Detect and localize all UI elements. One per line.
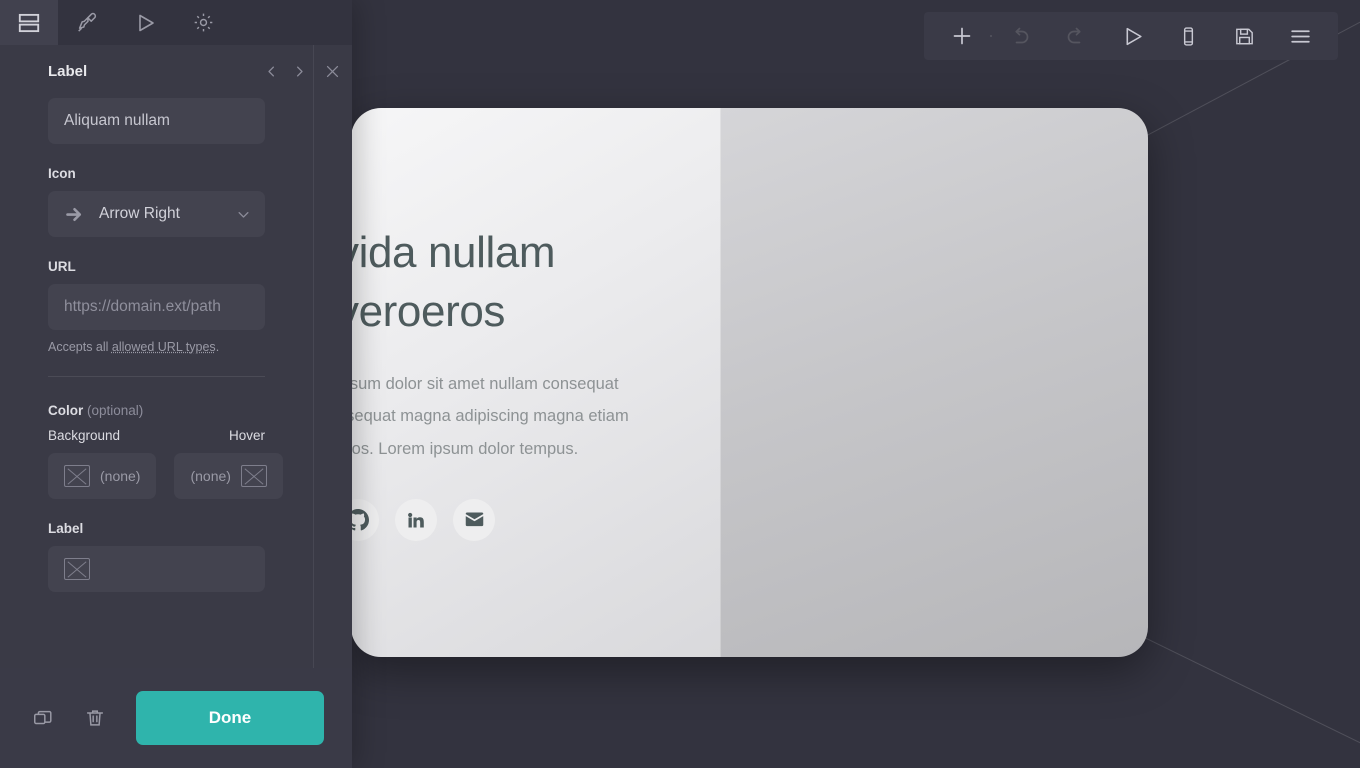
trash-icon[interactable] — [76, 699, 114, 737]
background-color-picker[interactable]: (none) — [48, 453, 157, 499]
hover-color-value: (none) — [190, 468, 231, 484]
gear-icon[interactable] — [174, 0, 232, 45]
save-icon[interactable] — [1216, 12, 1272, 60]
github-icon[interactable] — [351, 498, 379, 541]
preview-card[interactable]: vida nullam veroeros ipsum dolor sit ame… — [351, 108, 1148, 657]
linkedin-icon[interactable] — [395, 498, 437, 541]
no-color-icon — [240, 465, 267, 487]
label-input-value: Aliquam nullam — [64, 112, 170, 129]
url-hint: Accepts all allowed URL types. — [48, 340, 265, 354]
label-color-heading: Label — [48, 521, 84, 536]
label-color-picker[interactable] — [48, 546, 265, 592]
close-icon[interactable] — [319, 58, 347, 86]
app-root: vida nullam veroeros ipsum dolor sit ame… — [0, 0, 1360, 768]
icon-select-value: Arrow Right — [99, 205, 180, 222]
color-heading-text: Color — [48, 403, 84, 418]
panel-title: Label — [48, 63, 88, 80]
undo-icon[interactable] — [992, 12, 1048, 60]
play-icon[interactable] — [1104, 12, 1160, 60]
menu-icon[interactable] — [1272, 12, 1328, 60]
chevron-down-icon — [236, 207, 251, 222]
url-input-placeholder: https://domain.ext/path — [64, 298, 221, 315]
sections-icon[interactable] — [0, 0, 58, 45]
hero-title: vida nullam veroeros — [351, 228, 556, 337]
label-input[interactable]: Aliquam nullam — [48, 98, 265, 144]
plus-icon[interactable] — [934, 12, 990, 60]
done-button[interactable]: Done — [136, 691, 324, 745]
duplicate-icon[interactable] — [24, 699, 62, 737]
edit-panel: Label Aliquam nullam Icon Arrow Right UR… — [0, 0, 352, 768]
icon-select[interactable]: Arrow Right — [48, 191, 265, 237]
hover-label: Hover — [228, 428, 265, 443]
panel-footer: Done — [0, 668, 352, 768]
top-left-toolbar — [0, 0, 352, 45]
color-optional-text: (optional) — [87, 403, 144, 418]
no-color-icon — [64, 465, 90, 487]
color-swatch-row: (none) (none) — [48, 453, 283, 499]
top-right-toolbar — [924, 12, 1338, 60]
chevron-left-icon[interactable] — [257, 58, 285, 86]
guide-line-bottom-right — [1125, 628, 1360, 761]
color-sub-labels: Background Hover — [48, 428, 265, 443]
hero-social-links — [351, 498, 683, 541]
background-color-value: (none) — [100, 468, 141, 484]
panel-header: Label — [0, 45, 352, 98]
allowed-url-types-link[interactable]: allowed URL types — [112, 340, 216, 354]
hover-color-picker[interactable]: (none) — [174, 453, 283, 499]
url-hint-prefix: Accepts all — [48, 340, 112, 354]
panel-divider — [313, 45, 314, 768]
device-icon[interactable] — [1160, 12, 1216, 60]
chevron-right-icon[interactable] — [285, 58, 313, 86]
arrow-right-icon — [64, 204, 85, 225]
panel-body[interactable]: Aliquam nullam Icon Arrow Right URL http… — [0, 98, 313, 668]
redo-icon[interactable] — [1048, 12, 1104, 60]
section-divider — [48, 376, 265, 377]
url-hint-suffix: . — [215, 340, 220, 354]
no-color-icon — [64, 558, 90, 580]
hero-column[interactable]: vida nullam veroeros ipsum dolor sit ame… — [351, 108, 721, 657]
url-input[interactable]: https://domain.ext/path — [48, 284, 265, 330]
hero-body: ipsum dolor sit amet nullam consequat ns… — [351, 375, 629, 458]
email-icon[interactable] — [453, 498, 495, 541]
background-label: Background — [48, 428, 121, 443]
icon-field-heading: Icon — [48, 166, 76, 181]
play-icon[interactable] — [116, 0, 174, 45]
color-field-heading: Color (optional) — [48, 403, 265, 418]
list-column[interactable]: Aliquam nullam Sed etiam adipiscing Grav… — [721, 108, 1148, 657]
paintbrush-icon[interactable] — [58, 0, 116, 45]
url-field-heading: URL — [48, 259, 76, 274]
